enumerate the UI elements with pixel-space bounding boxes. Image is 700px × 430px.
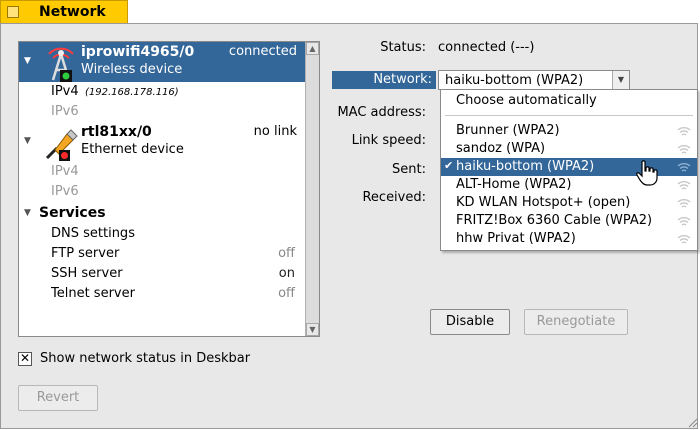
menu-item-label: haiku-bottom (WPA2): [456, 159, 595, 174]
sent-label: Sent:: [392, 162, 426, 177]
menu-item-label: hhw Privat (WPA2): [456, 231, 576, 246]
checkmark-icon: ✔: [444, 159, 454, 172]
hand-cursor-icon: [636, 160, 658, 186]
list-item-ipv4[interactable]: IPv4: [19, 162, 305, 182]
resize-grip-icon[interactable]: [686, 416, 698, 428]
list-item-service[interactable]: SSH server on: [19, 264, 305, 284]
device-type: Wireless device: [81, 62, 183, 77]
service-value: on: [278, 266, 295, 281]
menu-item-label: sandoz (WPA): [456, 141, 546, 156]
scroll-up-arrow-icon[interactable]: ▲: [306, 42, 319, 55]
services-header: Services: [39, 205, 106, 221]
device-item-wireless[interactable]: ▼ iprowifi4965/0 Wireless device connect…: [19, 42, 305, 82]
window-title: Network: [39, 4, 106, 20]
collapse-triangle-icon[interactable]: ▼: [24, 136, 31, 146]
menu-item-network[interactable]: hhw Privat (WPA2): [441, 230, 697, 248]
device-list[interactable]: ▼ iprowifi4965/0 Wireless device connect…: [18, 41, 320, 337]
menu-item-label: FRITZ!Box 6360 Cable (WPA2): [456, 213, 653, 228]
renegotiate-button[interactable]: Renegotiate: [524, 309, 628, 335]
device-status: no link: [253, 124, 297, 139]
service-value: off: [278, 286, 295, 301]
network-select[interactable]: haiku-bottom (WPA2) ▼: [438, 70, 630, 90]
disable-button[interactable]: Disable: [430, 309, 510, 335]
link-speed-label: Link speed:: [351, 133, 426, 148]
wifi-signal-icon: [677, 181, 691, 190]
status-label: Status:: [380, 40, 426, 55]
list-item-ipv6[interactable]: IPv6: [19, 102, 305, 122]
list-item-service[interactable]: DNS settings: [19, 224, 305, 244]
wifi-signal-icon: [677, 199, 691, 208]
collapse-triangle-icon[interactable]: ▼: [24, 208, 31, 218]
service-label: Telnet server: [51, 286, 135, 301]
deskbar-checkbox-label: Show network status in Deskbar: [40, 351, 251, 366]
menu-item-network[interactable]: FRITZ!Box 6360 Cable (WPA2): [441, 212, 697, 230]
menu-item-label: ALT-Home (WPA2): [456, 177, 572, 192]
service-label: SSH server: [51, 266, 123, 281]
menu-item-network-selected[interactable]: ✔ haiku-bottom (WPA2): [441, 158, 697, 176]
network-label: Network:: [332, 71, 436, 89]
list-item-service[interactable]: FTP server off: [19, 244, 305, 264]
device-name: rtl81xx/0: [81, 124, 152, 140]
list-scrollbar[interactable]: ▲ ▼: [305, 42, 319, 336]
ipv6-label: IPv6: [51, 104, 79, 119]
wifi-antenna-icon: [48, 47, 74, 82]
deskbar-checkbox[interactable]: ✕: [18, 352, 32, 366]
ipv4-label: IPv4: [51, 84, 79, 99]
dropdown-arrow-icon[interactable]: ▼: [612, 71, 629, 89]
ethernet-plug-icon: [45, 129, 78, 161]
menu-item-network[interactable]: sandoz (WPA): [441, 140, 697, 158]
ipv4-label: IPv4: [51, 164, 79, 179]
wifi-signal-icon: [677, 145, 691, 154]
network-selected-value: haiku-bottom (WPA2): [445, 73, 584, 88]
menu-item-choose-automatically[interactable]: Choose automatically: [441, 92, 697, 110]
menu-item-label: KD WLAN Hotspot+ (open): [456, 195, 631, 210]
list-item-services[interactable]: ▼ Services: [19, 204, 305, 224]
menu-item-network[interactable]: Brunner (WPA2): [441, 122, 697, 140]
service-label: DNS settings: [51, 226, 135, 241]
menu-item-network[interactable]: KD WLAN Hotspot+ (open): [441, 194, 697, 212]
scroll-down-arrow-icon[interactable]: ▼: [306, 323, 319, 336]
menu-item-label: Brunner (WPA2): [456, 123, 560, 138]
service-value: off: [278, 246, 295, 261]
device-name: iprowifi4965/0: [81, 44, 195, 60]
received-label: Received:: [362, 190, 426, 205]
menu-separator: [445, 115, 693, 116]
wifi-signal-icon: [677, 235, 691, 244]
ipv4-address: (192.168.178.116): [85, 87, 179, 98]
menu-item-label: Choose automatically: [456, 93, 597, 108]
collapse-triangle-icon[interactable]: ▼: [24, 56, 31, 66]
mac-address-label: MAC address:: [337, 105, 426, 120]
window-tab[interactable]: Network: [0, 0, 128, 24]
list-item-service[interactable]: Telnet server off: [19, 284, 305, 304]
service-label: FTP server: [51, 246, 120, 261]
close-box-icon[interactable]: [7, 6, 19, 18]
device-status: connected: [228, 44, 297, 59]
device-type: Ethernet device: [81, 142, 184, 157]
revert-button[interactable]: Revert: [18, 385, 98, 411]
status-value: connected (---): [438, 40, 535, 55]
menu-item-network[interactable]: ALT-Home (WPA2): [441, 176, 697, 194]
device-item-ethernet[interactable]: ▼ rtl81xx/0 Ethernet device no link: [19, 122, 305, 162]
list-item-ipv4[interactable]: IPv4 (192.168.178.116): [19, 82, 305, 102]
wifi-signal-icon: [677, 127, 691, 136]
wifi-signal-icon: [677, 163, 691, 172]
network-menu[interactable]: Choose automatically Brunner (WPA2) sand…: [440, 89, 698, 251]
ipv6-label: IPv6: [51, 184, 79, 199]
wifi-signal-icon: [677, 217, 691, 226]
list-item-ipv6[interactable]: IPv6: [19, 182, 305, 202]
